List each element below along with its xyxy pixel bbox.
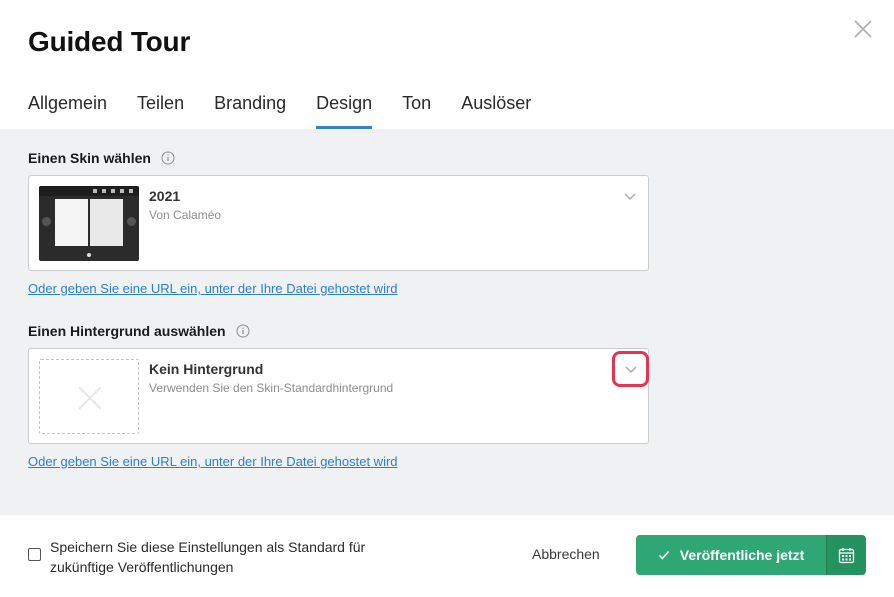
tab-allgemein[interactable]: Allgemein <box>28 88 107 129</box>
skin-title: 2021 <box>149 188 181 204</box>
background-subtitle: Verwenden Sie den Skin-Standardhintergru… <box>149 381 394 395</box>
info-icon[interactable] <box>161 151 175 165</box>
tab-ton[interactable]: Ton <box>402 88 431 129</box>
calendar-icon <box>838 547 855 563</box>
skin-url-link[interactable]: Oder geben Sie eine URL ein, unter der I… <box>28 281 398 296</box>
skin-label-text: Einen Skin wählen <box>28 150 151 166</box>
skin-preview-thumbnail <box>39 186 139 261</box>
tab-ausloeser[interactable]: Auslöser <box>461 88 531 129</box>
close-button[interactable] <box>851 17 875 41</box>
chevron-down-icon <box>624 193 636 201</box>
empty-image-icon <box>78 386 102 410</box>
dialog-title: Guided Tour <box>28 26 191 57</box>
background-dropdown-toggle[interactable] <box>612 351 649 387</box>
save-default-label: Speichern Sie diese Einstellungen als St… <box>50 539 366 575</box>
skin-subtitle: Von Calaméo <box>149 208 222 222</box>
background-label-text: Einen Hintergrund auswählen <box>28 323 226 339</box>
skin-dropdown-toggle[interactable] <box>622 188 638 204</box>
tab-bar: Allgemein Teilen Branding Design Ton Aus… <box>28 88 561 129</box>
schedule-publish-button[interactable] <box>826 535 866 575</box>
publish-button-group: Veröffentliche jetzt <box>636 535 866 575</box>
close-icon <box>854 20 872 38</box>
cancel-button[interactable]: Abbrechen <box>532 546 600 562</box>
skin-section-label: Einen Skin wählen <box>28 150 175 166</box>
info-icon[interactable] <box>236 324 250 338</box>
save-default-checkbox[interactable] <box>28 548 41 561</box>
publish-now-label: Veröffentliche jetzt <box>679 547 805 563</box>
background-preview-empty <box>39 359 139 434</box>
skin-select[interactable]: 2021 Von Calaméo <box>28 175 649 271</box>
publish-now-button[interactable]: Veröffentliche jetzt <box>636 535 826 575</box>
background-title: Kein Hintergrund <box>149 361 264 377</box>
check-icon <box>658 549 670 561</box>
background-select[interactable]: Kein Hintergrund Verwenden Sie den Skin-… <box>28 348 649 444</box>
chevron-down-icon <box>625 366 637 374</box>
tab-design[interactable]: Design <box>316 88 373 129</box>
background-url-link[interactable]: Oder geben Sie eine URL ein, unter der I… <box>28 454 398 469</box>
tab-branding[interactable]: Branding <box>214 88 286 129</box>
tab-teilen[interactable]: Teilen <box>137 88 184 129</box>
background-section-label: Einen Hintergrund auswählen <box>28 323 250 339</box>
